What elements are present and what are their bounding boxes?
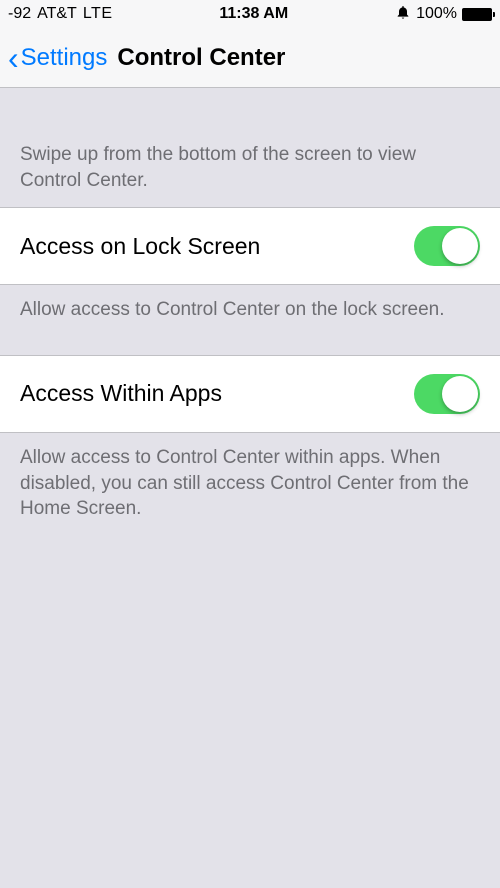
access-lock-screen-footer: Allow access to Control Center on the lo…	[0, 285, 500, 355]
status-right: 100%	[395, 4, 492, 25]
access-lock-screen-label: Access on Lock Screen	[20, 233, 260, 260]
status-left: -92 AT&T LTE	[8, 5, 112, 23]
carrier-label: AT&T	[37, 5, 77, 23]
toggle-knob	[442, 376, 478, 412]
access-within-apps-row: Access Within Apps	[0, 355, 500, 433]
network-type: LTE	[83, 5, 113, 23]
access-lock-screen-row: Access on Lock Screen	[0, 207, 500, 285]
status-bar: -92 AT&T LTE 11:38 AM 100%	[0, 0, 500, 28]
content: Swipe up from the bottom of the screen t…	[0, 88, 500, 554]
intro-text: Swipe up from the bottom of the screen t…	[0, 88, 500, 207]
back-label: Settings	[21, 44, 108, 72]
access-within-apps-toggle[interactable]	[414, 374, 480, 414]
nav-bar: ‹ Settings Control Center	[0, 28, 500, 88]
toggle-knob	[442, 228, 478, 264]
back-button[interactable]: ‹ Settings	[8, 42, 107, 74]
battery-percent: 100%	[416, 5, 457, 23]
access-lock-screen-toggle[interactable]	[414, 226, 480, 266]
alarm-icon	[395, 4, 411, 25]
chevron-left-icon: ‹	[8, 42, 19, 74]
signal-strength: -92	[8, 5, 31, 23]
battery-icon	[462, 8, 492, 21]
access-within-apps-footer: Allow access to Control Center within ap…	[0, 433, 500, 554]
access-within-apps-label: Access Within Apps	[20, 380, 222, 407]
status-time: 11:38 AM	[219, 5, 288, 23]
page-title: Control Center	[117, 44, 285, 72]
